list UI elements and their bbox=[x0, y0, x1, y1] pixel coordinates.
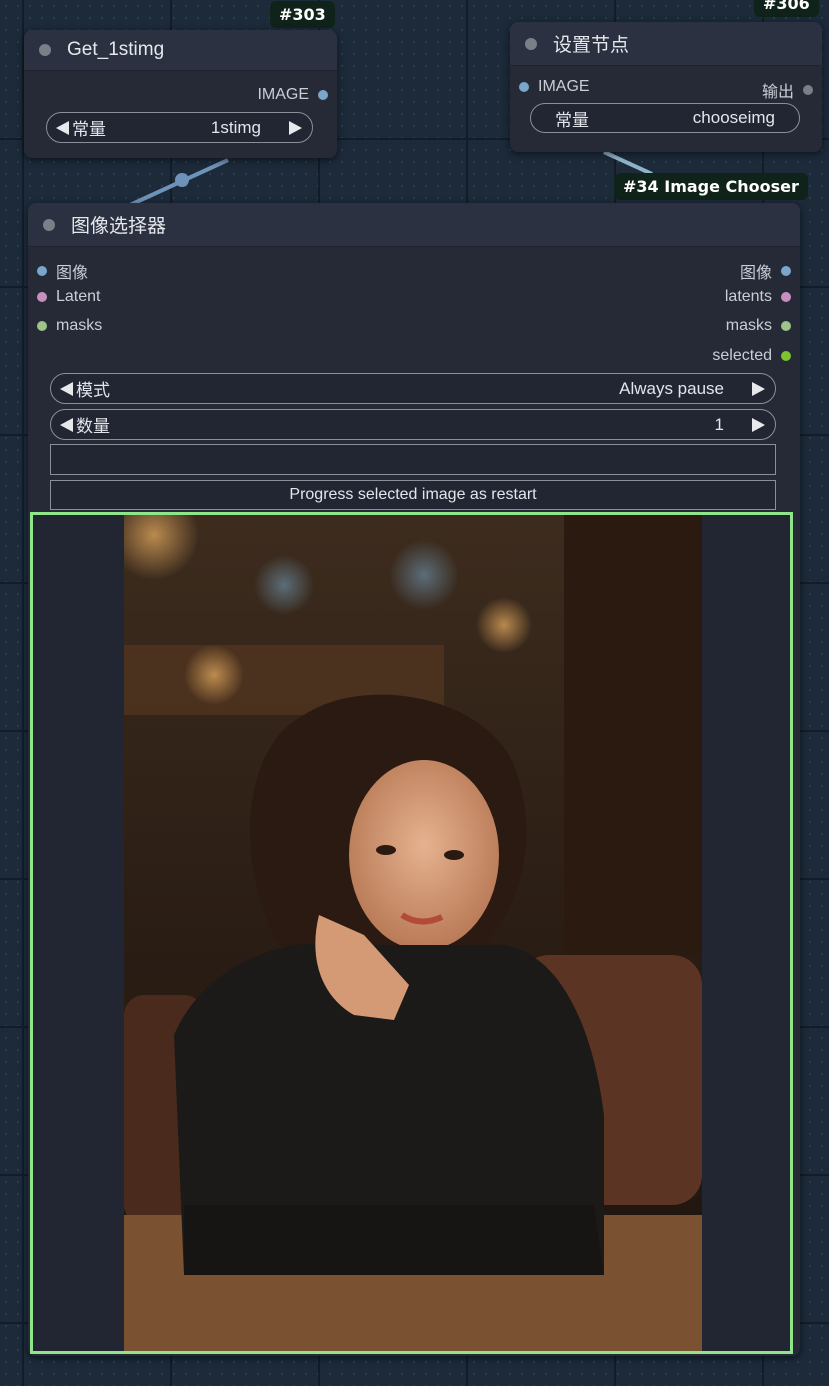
widget-label: 模式 bbox=[76, 381, 110, 400]
decrement-arrow-icon[interactable] bbox=[60, 381, 73, 396]
output-latents-slot[interactable]: latents bbox=[725, 288, 791, 306]
constant-widget[interactable]: 常量 1stimg bbox=[46, 112, 313, 143]
node-header[interactable]: Get_1stimg bbox=[24, 30, 337, 71]
output-masks-slot[interactable]: masks bbox=[726, 317, 791, 335]
output-label: masks bbox=[725, 317, 772, 334]
link-wire-303 bbox=[129, 158, 229, 207]
input-label: Latent bbox=[56, 288, 101, 305]
image-slot-dot-icon[interactable] bbox=[781, 266, 791, 276]
link-wire-306 bbox=[603, 150, 653, 176]
output-label: IMAGE bbox=[257, 86, 309, 103]
collapse-dot-icon[interactable] bbox=[525, 37, 537, 50]
widget-value: 1 bbox=[714, 414, 724, 434]
output-label: latents bbox=[724, 288, 772, 305]
node-get-1stimg[interactable]: Get_1stimg IMAGE 常量 1stimg bbox=[24, 30, 337, 158]
input-image-slot[interactable]: 图像 bbox=[37, 259, 88, 283]
node-306-id-badge: #306 bbox=[754, 0, 819, 17]
count-number-widget[interactable]: 数量 1 bbox=[50, 409, 776, 440]
output-slot-dot-icon[interactable] bbox=[803, 85, 813, 95]
image-slot-dot-icon[interactable] bbox=[519, 82, 529, 92]
text-field[interactable] bbox=[50, 444, 776, 475]
widget-label: 数量 bbox=[76, 417, 110, 436]
collapse-dot-icon[interactable] bbox=[39, 44, 51, 56]
input-label: IMAGE bbox=[538, 78, 590, 95]
widget-value: chooseimg bbox=[692, 108, 775, 127]
input-label: masks bbox=[56, 317, 103, 334]
output-slot[interactable]: 输出 bbox=[762, 78, 813, 102]
image-slot-dot-icon[interactable] bbox=[37, 266, 47, 276]
progress-selected-button[interactable]: Progress selected image as restart bbox=[50, 480, 776, 510]
output-selected-slot[interactable]: selected bbox=[712, 347, 791, 365]
mode-combo-widget[interactable]: 模式 Always pause bbox=[50, 373, 776, 404]
preview-image[interactable] bbox=[124, 515, 702, 1354]
node-34-id-badge: #34 Image Chooser bbox=[614, 173, 808, 200]
image-preview-frame[interactable] bbox=[30, 512, 793, 1354]
node-title: 设置节点 bbox=[553, 35, 630, 56]
output-label: 图像 bbox=[739, 265, 772, 282]
mask-slot-dot-icon[interactable] bbox=[37, 321, 47, 331]
image-slot-dot-icon[interactable] bbox=[318, 90, 328, 100]
node-header[interactable]: 设置节点 bbox=[510, 22, 822, 66]
output-label: selected bbox=[712, 347, 772, 364]
increment-arrow-icon[interactable] bbox=[752, 381, 765, 396]
input-latent-slot[interactable]: Latent bbox=[37, 288, 100, 306]
node-303-id-badge: #303 bbox=[270, 1, 335, 28]
collapse-dot-icon[interactable] bbox=[43, 218, 55, 231]
latent-slot-dot-icon[interactable] bbox=[37, 292, 47, 302]
node-title: Get_1stimg bbox=[67, 39, 165, 60]
link-midpoint bbox=[175, 173, 189, 187]
decrement-arrow-icon[interactable] bbox=[56, 120, 69, 135]
node-set-node[interactable]: 设置节点 IMAGE 输出 常量 chooseimg bbox=[510, 22, 822, 152]
widget-label: 常量 bbox=[72, 120, 106, 139]
increment-arrow-icon[interactable] bbox=[752, 417, 765, 432]
mask-slot-dot-icon[interactable] bbox=[781, 321, 791, 331]
output-label: 输出 bbox=[761, 84, 794, 101]
latent-slot-dot-icon[interactable] bbox=[781, 292, 791, 302]
input-masks-slot[interactable]: masks bbox=[37, 317, 102, 335]
node-header[interactable]: 图像选择器 bbox=[28, 203, 800, 247]
output-image-slot[interactable]: IMAGE bbox=[257, 86, 328, 104]
node-title: 图像选择器 bbox=[71, 216, 167, 237]
increment-arrow-icon[interactable] bbox=[289, 120, 302, 135]
widget-value: Always pause bbox=[619, 378, 724, 398]
output-image-slot[interactable]: 图像 bbox=[740, 259, 791, 283]
widget-label: 常量 bbox=[555, 110, 589, 130]
decrement-arrow-icon[interactable] bbox=[60, 417, 73, 432]
input-label: 图像 bbox=[56, 265, 89, 282]
node-image-chooser[interactable]: 图像选择器 图像 Latent masks 图像 latents masks s… bbox=[28, 203, 800, 1356]
selected-slot-dot-icon[interactable] bbox=[781, 351, 791, 361]
input-image-slot[interactable]: IMAGE bbox=[519, 78, 590, 96]
widget-value: 1stimg bbox=[210, 117, 261, 137]
constant-widget[interactable]: 常量 chooseimg bbox=[530, 103, 800, 133]
